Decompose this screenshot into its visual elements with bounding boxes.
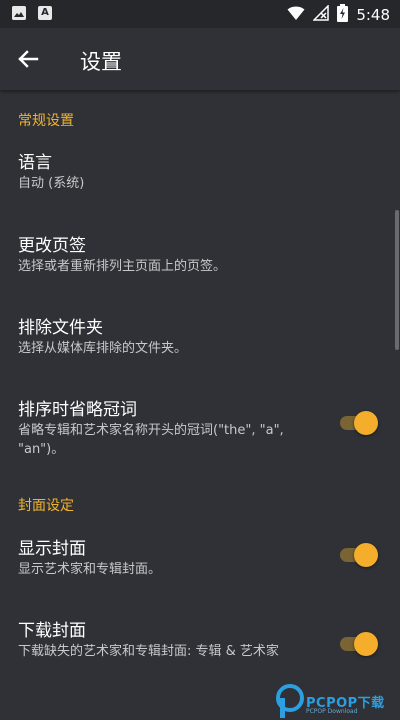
pref-summary: 省略专辑和艺术家名称开头的冠词("the", "a", "an")。 — [18, 423, 284, 457]
pref-title: 排序时省略冠词 — [18, 400, 137, 420]
page-title: 设置 — [80, 50, 122, 74]
arrow-back-icon — [18, 50, 39, 68]
pref-change-tabs[interactable]: 更改页签 选择或者重新排列主页面上的页签。 — [0, 231, 400, 281]
no-signal-icon — [312, 4, 330, 25]
status-time: 5:48 — [356, 6, 390, 24]
wifi-icon — [287, 5, 305, 25]
scrollbar[interactable] — [395, 210, 399, 350]
toggle-thumb — [354, 411, 378, 435]
watermark-subtext: PCPOP Download — [306, 708, 358, 715]
pref-download-artwork[interactable]: 下载封面 下载缺失的艺术家和专辑封面: 专辑 & 艺术家 — [0, 616, 400, 686]
pref-summary: 下载缺失的艺术家和专辑封面: 专辑 & 艺术家 — [18, 644, 279, 659]
pref-title: 语言 — [18, 153, 52, 173]
a-notification-icon: A — [38, 6, 52, 20]
pref-title: 下载封面 — [18, 621, 86, 641]
section-header-general: 常规设置 — [18, 113, 74, 129]
pref-summary: 选择或者重新排列主页面上的页签。 — [18, 259, 227, 274]
battery-charging-icon — [337, 4, 349, 26]
pref-summary: 显示艺术家和专辑封面。 — [18, 562, 162, 577]
back-button[interactable] — [12, 43, 44, 75]
status-bar: A 5:48 — [0, 0, 400, 28]
pcpop-logo-icon — [276, 684, 304, 718]
app-bar: 设置 — [0, 28, 400, 90]
toggle-thumb — [354, 543, 378, 567]
pref-title: 更改页签 — [18, 236, 86, 256]
image-notification-icon — [12, 6, 26, 20]
pref-summary: 自动 (系统) — [18, 176, 85, 191]
show-artwork-toggle[interactable] — [338, 543, 378, 567]
pref-title: 排除文件夹 — [18, 318, 103, 338]
pref-summary: 选择从媒体库排除的文件夹。 — [18, 341, 188, 356]
section-header-artwork: 封面设定 — [18, 498, 74, 514]
toggle-thumb — [354, 632, 378, 656]
pref-show-artwork[interactable]: 显示封面 显示艺术家和专辑封面。 — [0, 534, 400, 584]
settings-list[interactable]: 常规设置 语言 自动 (系统) 更改页签 选择或者重新排列主页面上的页签。 排除… — [0, 90, 400, 720]
pref-omit-articles[interactable]: 排序时省略冠词 省略专辑和艺术家名称开头的冠词("the", "a", "an"… — [0, 395, 400, 465]
pref-language[interactable]: 语言 自动 (系统) — [0, 148, 400, 198]
omit-articles-toggle[interactable] — [338, 411, 378, 435]
download-artwork-toggle[interactable] — [338, 632, 378, 656]
watermark-logo: PCPOP下载 PCPOP Download — [276, 684, 400, 720]
pref-exclude-folders[interactable]: 排除文件夹 选择从媒体库排除的文件夹。 — [0, 313, 400, 363]
pref-title: 显示封面 — [18, 539, 86, 559]
